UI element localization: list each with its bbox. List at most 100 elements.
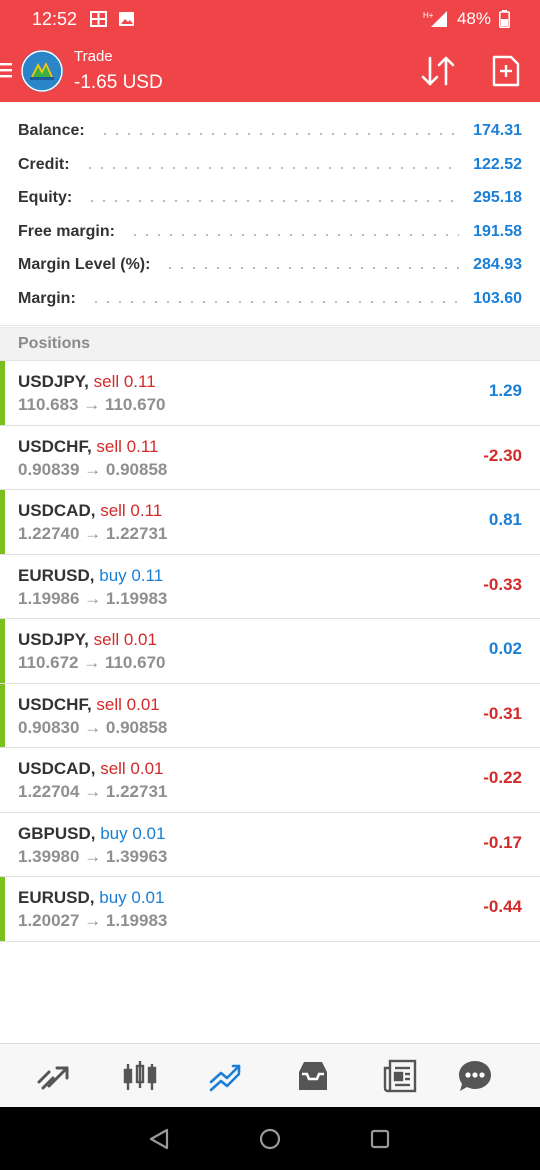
position-row[interactable]: USDCAD, sell 0.11 1.22740 → 1.22731 0.81: [0, 490, 540, 555]
summary-label: Equity:: [18, 189, 73, 206]
position-row[interactable]: USDCHF, sell 0.11 0.90839 → 0.90858 -2.3…: [0, 426, 540, 490]
position-side: sell 0.11: [96, 436, 159, 456]
summary-value: 295.18: [473, 189, 522, 206]
summary-value: 103.60: [473, 289, 522, 307]
position-symbol: EURUSD,: [18, 888, 95, 907]
bottom-navigation: [0, 1043, 540, 1107]
position-profit: -2.30: [483, 445, 522, 465]
chart-icon[interactable]: [122, 1058, 158, 1094]
position-prices: 1.20027 → 1.19983: [18, 911, 168, 930]
summary-label: Margin Level (%):: [18, 256, 151, 273]
status-time: 12:52: [32, 9, 78, 29]
position-side: sell 0.01: [93, 630, 157, 649]
summary-label: Margin:: [18, 289, 76, 307]
balance-row: Balance: 174.31: [18, 114, 522, 148]
free-margin-row: Free margin: 191.58: [18, 215, 522, 249]
summary-label: Free margin:: [18, 222, 115, 240]
dotted-leader: [128, 233, 460, 236]
profit-indicator-bar: [0, 490, 5, 554]
position-side: sell 0.11: [100, 501, 163, 520]
account-summary: Balance: 174.31 Credit: 122.52 Equity: 2…: [0, 104, 540, 326]
dotted-leader: [164, 267, 460, 269]
home-icon[interactable]: [258, 1127, 282, 1151]
metatrader-logo-icon: [21, 50, 63, 92]
position-row[interactable]: USDJPY, sell 0.11 110.683 → 110.670 1.29: [0, 361, 540, 426]
position-symbol: USDCAD,: [18, 759, 96, 778]
app-bar: Trade -1.65 USD: [0, 40, 540, 102]
position-prices: 1.22740 → 1.22731: [18, 524, 168, 543]
position-profit: 0.02: [488, 639, 522, 658]
position-prices: 110.672 → 110.670: [18, 653, 166, 672]
svg-text:H+: H+: [423, 11, 434, 20]
positions-list: USDJPY, sell 0.11 110.683 → 110.670 1.29…: [0, 361, 540, 942]
dotted-leader: [86, 200, 460, 202]
position-prices: 0.90839 → 0.90858: [18, 459, 168, 479]
position-profit: -0.44: [483, 897, 522, 916]
position-side: sell 0.01: [96, 694, 160, 714]
trade-icon[interactable]: [208, 1058, 244, 1094]
back-icon[interactable]: [148, 1127, 172, 1151]
position-profit: 0.81: [488, 510, 522, 529]
dotted-leader: [98, 133, 460, 135]
position-symbol: USDJPY,: [18, 372, 89, 391]
position-side: sell 0.01: [100, 759, 164, 778]
battery-icon: [499, 10, 510, 28]
positions-header-label: Positions: [18, 335, 91, 352]
news-icon[interactable]: [382, 1058, 418, 1094]
positions-section-header: Positions: [0, 327, 540, 361]
system-navigation-bar: [0, 1107, 540, 1170]
summary-label: Credit:: [18, 155, 70, 173]
position-profit: 1.29: [488, 381, 522, 400]
summary-value: 174.31: [473, 122, 522, 139]
dotted-leader: [89, 300, 460, 303]
position-prices: 110.683 → 110.670: [18, 395, 166, 414]
total-profit: -1.65 USD: [74, 72, 163, 93]
app-logo[interactable]: [21, 50, 63, 92]
position-symbol: EURUSD,: [18, 565, 95, 585]
position-side: buy 0.11: [99, 565, 164, 585]
position-symbol: USDJPY,: [18, 630, 89, 649]
signal-icon: H+: [423, 11, 447, 27]
profit-indicator-bar: [0, 683, 5, 747]
menu-icon[interactable]: [0, 60, 14, 80]
dotted-leader: [83, 166, 460, 169]
position-row[interactable]: GBPUSD, buy 0.01 1.39980 → 1.39963 -0.17: [0, 813, 540, 877]
position-side: buy 0.01: [99, 888, 165, 907]
position-profit: -0.33: [483, 574, 522, 594]
position-profit: -0.31: [483, 703, 522, 723]
profit-indicator-bar: [0, 877, 5, 941]
summary-value: 122.52: [473, 155, 522, 173]
position-side: buy 0.01: [100, 823, 166, 843]
position-prices: 1.22704 → 1.22731: [18, 782, 168, 801]
image-notification-icon: [119, 12, 134, 26]
quotes-icon[interactable]: [35, 1058, 71, 1094]
messages-icon[interactable]: [457, 1058, 493, 1094]
position-row[interactable]: EURUSD, buy 0.01 1.20027 → 1.19983 -0.44: [0, 877, 540, 942]
battery-percent: 48%: [456, 9, 491, 28]
sort-icon: [421, 56, 455, 86]
position-symbol: USDCHF,: [18, 436, 92, 456]
gallery-notification-icon: [90, 11, 107, 27]
credit-row: Credit: 122.52: [18, 148, 522, 182]
equity-row: Equity: 295.18: [18, 181, 522, 215]
margin-level-row: Margin Level (%): 284.93: [18, 248, 522, 282]
position-profit: -0.22: [483, 768, 522, 787]
position-row[interactable]: EURUSD, buy 0.11 1.19986 → 1.19983 -0.33: [0, 555, 540, 619]
position-row[interactable]: USDCAD, sell 0.01 1.22704 → 1.22731 -0.2…: [0, 748, 540, 813]
new-order-button[interactable]: [489, 54, 523, 88]
summary-label: Balance:: [18, 122, 85, 139]
new-order-icon: [492, 55, 520, 87]
margin-row: Margin: 103.60: [18, 282, 522, 316]
position-row[interactable]: USDJPY, sell 0.01 110.672 → 110.670 0.02: [0, 619, 540, 684]
status-bar: 12:52 H+ 48%: [0, 0, 540, 40]
position-row[interactable]: USDCHF, sell 0.01 0.90830 → 0.90858 -0.3…: [0, 683, 540, 748]
summary-value: 191.58: [473, 222, 522, 240]
screen-title: Trade: [74, 48, 113, 65]
summary-value: 284.93: [473, 256, 522, 273]
sort-button[interactable]: [419, 54, 457, 88]
recents-icon[interactable]: [368, 1127, 392, 1151]
position-symbol: GBPUSD,: [18, 823, 96, 843]
position-symbol: USDCAD,: [18, 501, 96, 520]
profit-indicator-bar: [0, 619, 5, 683]
history-icon[interactable]: [295, 1058, 331, 1094]
